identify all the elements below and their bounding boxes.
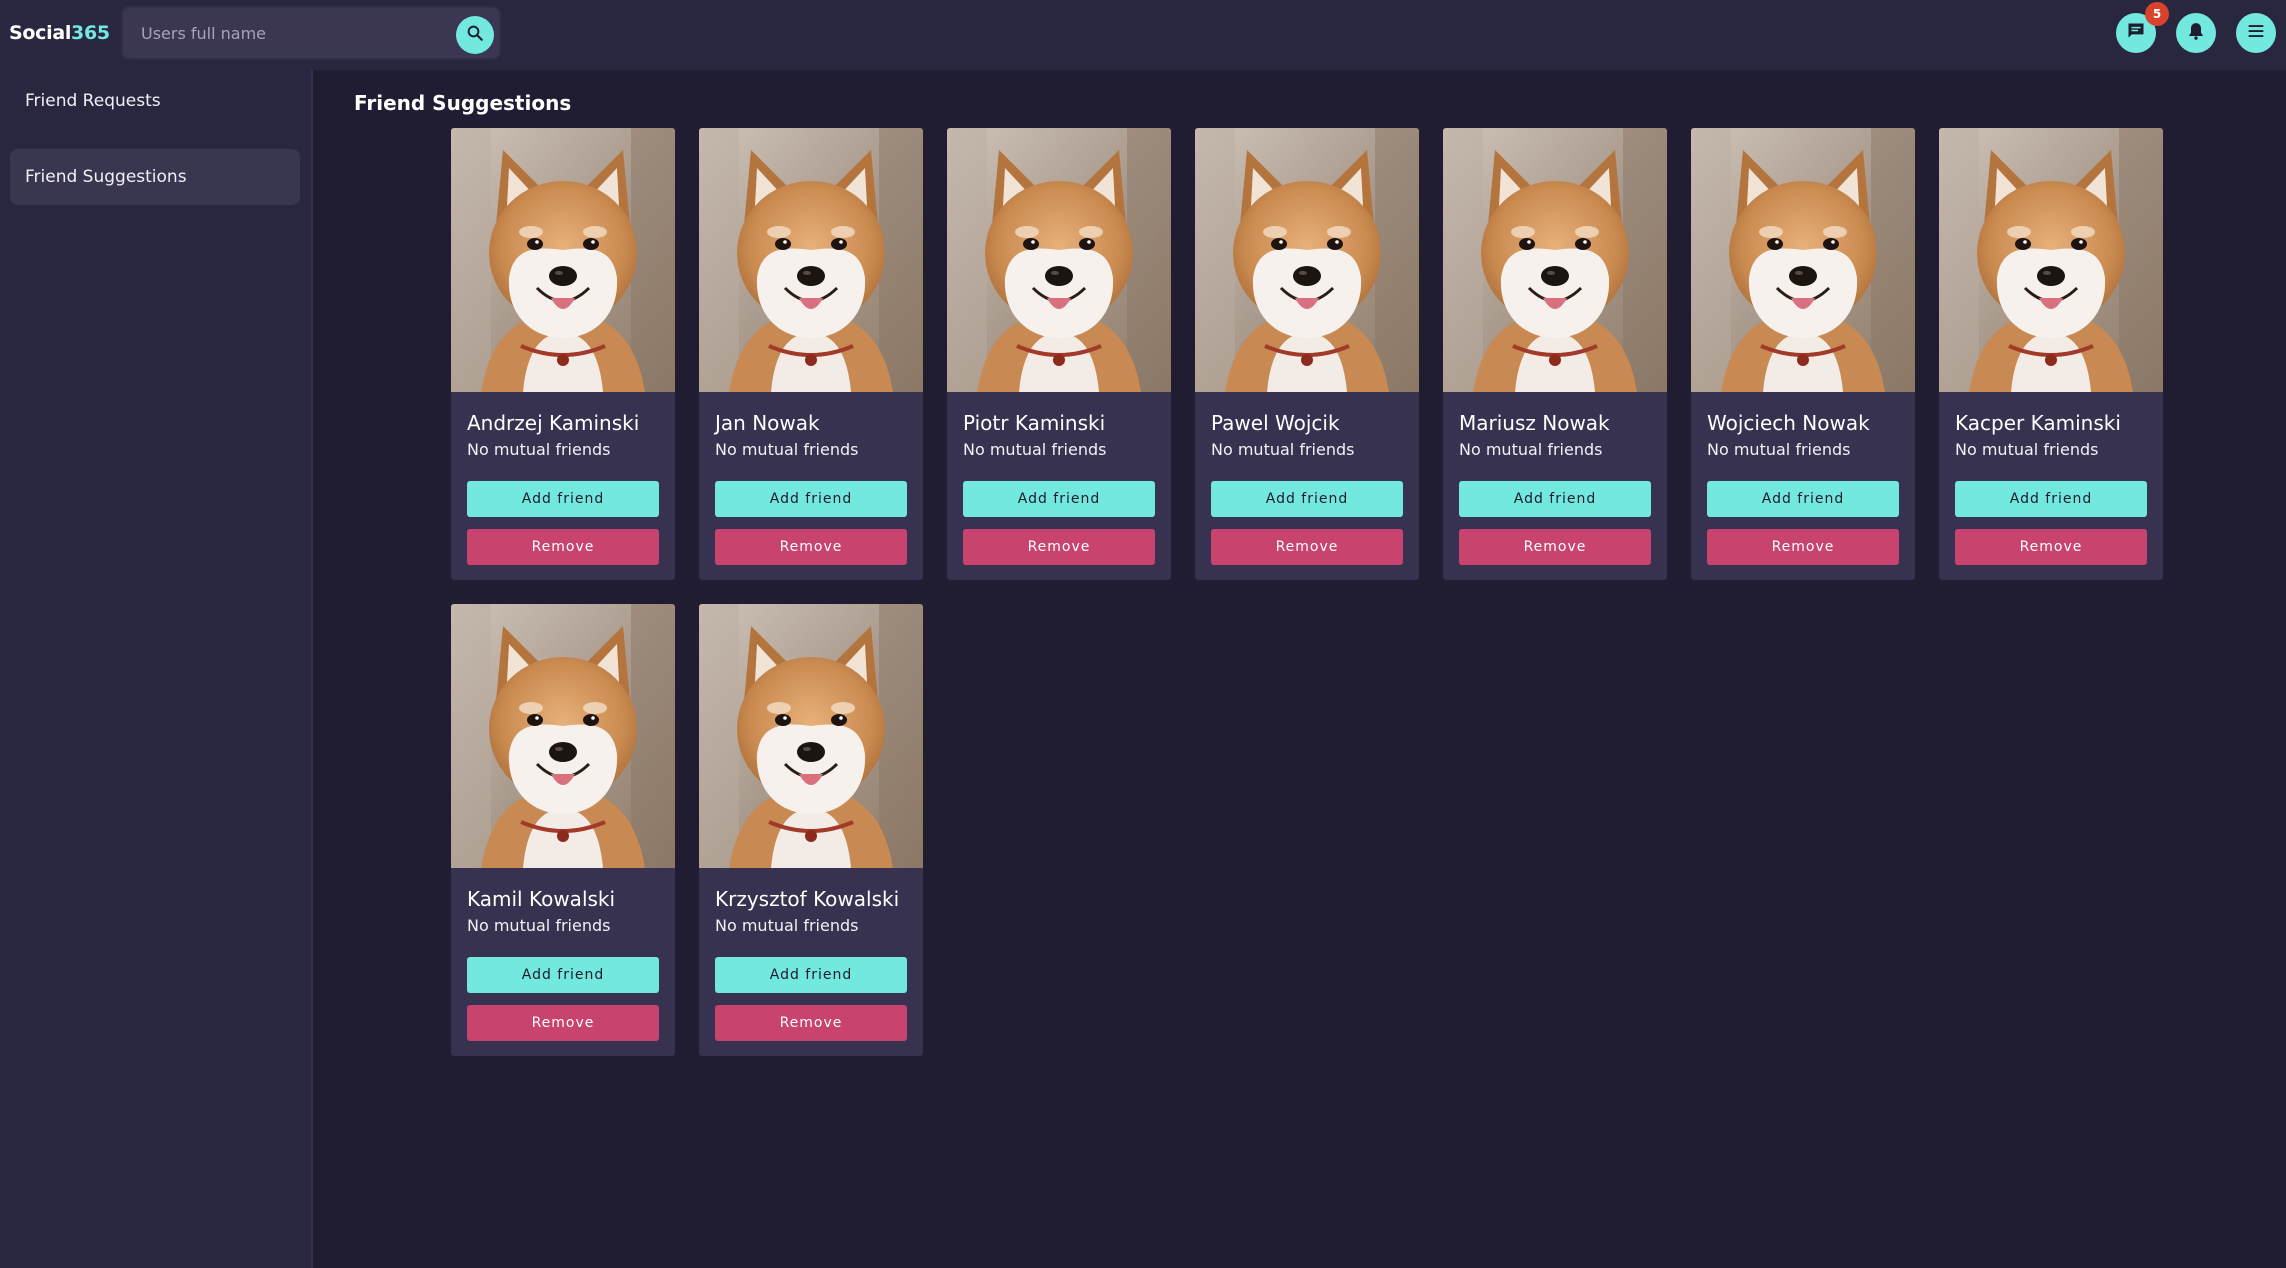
search-box — [121, 6, 501, 60]
remove-button[interactable]: Remove — [963, 529, 1155, 565]
add-friend-button[interactable]: Add friend — [1459, 481, 1651, 517]
card-mutual-friends: No mutual friends — [963, 440, 1107, 459]
profile-photo — [1195, 128, 1419, 392]
add-friend-button[interactable]: Add friend — [1955, 481, 2147, 517]
add-friend-button[interactable]: Add friend — [467, 481, 659, 517]
card-name: Kacper Kaminski — [1955, 411, 2121, 435]
add-friend-button[interactable]: Add friend — [715, 957, 907, 993]
remove-button[interactable]: Remove — [467, 529, 659, 565]
dog-photo — [699, 128, 923, 392]
card-mutual-friends: No mutual friends — [1707, 440, 1851, 459]
remove-button[interactable]: Remove — [1211, 529, 1403, 565]
profile-photo — [451, 604, 675, 868]
suggestion-card: Mariusz Nowak No mutual friends Add frie… — [1443, 128, 1667, 580]
search-input[interactable] — [141, 8, 441, 58]
suggestion-card: Jan Nowak No mutual friends Add friend R… — [699, 128, 923, 580]
suggestion-card: Andrzej Kaminski No mutual friends Add f… — [451, 128, 675, 580]
dog-photo — [1195, 128, 1419, 392]
remove-button[interactable]: Remove — [1707, 529, 1899, 565]
profile-photo — [1939, 128, 2163, 392]
suggestion-card: Wojciech Nowak No mutual friends Add fri… — [1691, 128, 1915, 580]
card-mutual-friends: No mutual friends — [467, 440, 611, 459]
search-button[interactable] — [456, 16, 494, 54]
sidebar: Friend Requests Friend Suggestions — [0, 70, 313, 1268]
dog-photo — [699, 604, 923, 868]
profile-photo — [451, 128, 675, 392]
chat-icon — [2126, 21, 2146, 45]
card-mutual-friends: No mutual friends — [1459, 440, 1603, 459]
add-friend-button[interactable]: Add friend — [715, 481, 907, 517]
card-name: Kamil Kowalski — [467, 887, 616, 911]
dog-photo — [1939, 128, 2163, 392]
suggestion-card: Kamil Kowalski No mutual friends Add fri… — [451, 604, 675, 1056]
card-name: Krzysztof Kowalski — [715, 887, 900, 911]
remove-button[interactable]: Remove — [1955, 529, 2147, 565]
suggestion-card: Krzysztof Kowalski No mutual friends Add… — [699, 604, 923, 1056]
add-friend-button[interactable]: Add friend — [963, 481, 1155, 517]
brand-accent: 365 — [71, 22, 110, 44]
sidebar-item-friend-suggestions[interactable]: Friend Suggestions — [10, 149, 300, 205]
menu-icon — [2246, 21, 2266, 45]
brand-logo[interactable]: Social365 — [9, 18, 110, 48]
profile-photo — [947, 128, 1171, 392]
messages-badge: 5 — [2145, 2, 2169, 26]
card-name: Jan Nowak — [715, 411, 820, 435]
remove-button[interactable]: Remove — [467, 1005, 659, 1041]
brand-name: Social — [9, 22, 72, 44]
remove-button[interactable]: Remove — [715, 1005, 907, 1041]
card-name: Piotr Kaminski — [963, 411, 1106, 435]
card-name: Pawel Wojcik — [1211, 411, 1340, 435]
remove-button[interactable]: Remove — [715, 529, 907, 565]
card-mutual-friends: No mutual friends — [467, 916, 611, 935]
page-title: Friend Suggestions — [354, 91, 572, 115]
add-friend-button[interactable]: Add friend — [1707, 481, 1899, 517]
profile-photo — [699, 604, 923, 868]
dog-photo — [451, 604, 675, 868]
profile-photo — [1691, 128, 1915, 392]
card-mutual-friends: No mutual friends — [715, 916, 859, 935]
add-friend-button[interactable]: Add friend — [467, 957, 659, 993]
bell-icon — [2186, 21, 2206, 45]
card-name: Wojciech Nowak — [1707, 411, 1870, 435]
top-bar: Social365 5 — [0, 0, 2286, 70]
suggestion-card: Piotr Kaminski No mutual friends Add fri… — [947, 128, 1171, 580]
card-name: Andrzej Kaminski — [467, 411, 640, 435]
search-icon — [466, 24, 484, 46]
dog-photo — [1691, 128, 1915, 392]
menu-button[interactable] — [2236, 13, 2276, 53]
add-friend-button[interactable]: Add friend — [1211, 481, 1403, 517]
dog-photo — [947, 128, 1171, 392]
card-mutual-friends: No mutual friends — [1211, 440, 1355, 459]
card-mutual-friends: No mutual friends — [1955, 440, 2099, 459]
sidebar-item-friend-requests[interactable]: Friend Requests — [10, 73, 300, 129]
profile-photo — [699, 128, 923, 392]
card-mutual-friends: No mutual friends — [715, 440, 859, 459]
dog-photo — [451, 128, 675, 392]
suggestion-card: Pawel Wojcik No mutual friends Add frien… — [1195, 128, 1419, 580]
remove-button[interactable]: Remove — [1459, 529, 1651, 565]
suggestion-card: Kacper Kaminski No mutual friends Add fr… — [1939, 128, 2163, 580]
dog-photo — [1443, 128, 1667, 392]
profile-photo — [1443, 128, 1667, 392]
notifications-button[interactable] — [2176, 13, 2216, 53]
card-name: Mariusz Nowak — [1459, 411, 1610, 435]
